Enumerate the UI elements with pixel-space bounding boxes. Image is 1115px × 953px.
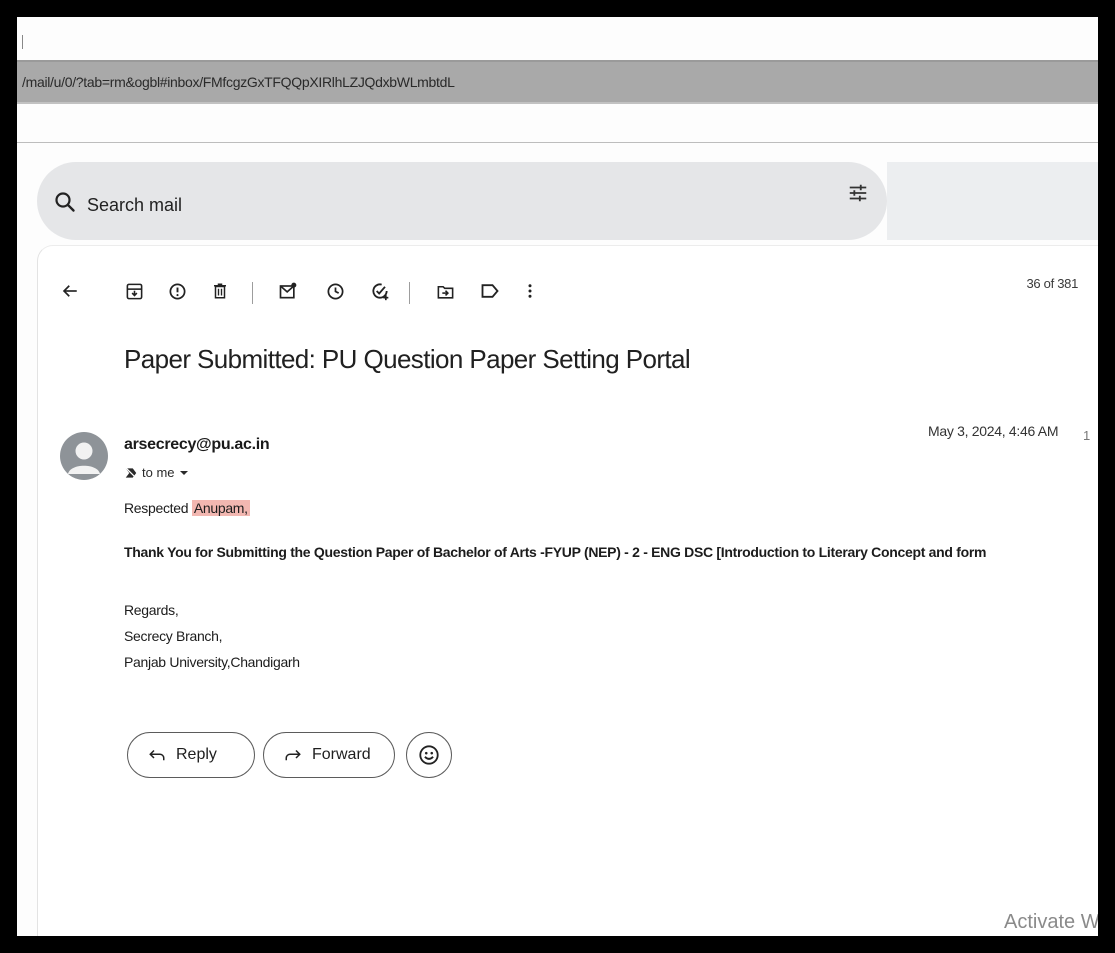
snooze-icon[interactable] (323, 279, 347, 303)
header-right-area (887, 162, 1098, 240)
email-subject: Paper Submitted: PU Question Paper Setti… (124, 344, 691, 374)
label-icon[interactable] (478, 279, 502, 303)
regards-line: Regards, (124, 602, 179, 618)
reply-icon (149, 749, 165, 761)
delete-icon[interactable] (208, 279, 232, 303)
signature-line-1: Secrecy Branch, (124, 628, 223, 644)
header-divider (17, 142, 1098, 143)
move-to-icon[interactable] (433, 279, 457, 303)
email-view: 36 of 381 Paper Submitted: PU Question P… (37, 245, 1098, 936)
email-date: May 3, 2024, 4:46 AM (928, 423, 1059, 439)
signature-line-2: Panjab University,Chandigarh (124, 654, 300, 670)
search-icon[interactable] (53, 190, 77, 214)
recipient-label: to me (142, 465, 175, 480)
more-options-icon[interactable] (518, 279, 542, 303)
greeting-name: Anupam, (191, 500, 250, 516)
forward-label: Forward (312, 746, 371, 763)
avatar (60, 432, 108, 480)
search-input[interactable]: Search mail (87, 195, 182, 216)
email-toolbar: 36 of 381 (38, 246, 1098, 326)
back-arrow-icon[interactable] (58, 279, 82, 303)
person-icon (68, 442, 100, 474)
greeting-prefix: Respected (124, 500, 189, 516)
forward-icon (285, 749, 301, 761)
cursor-mark (22, 35, 23, 49)
add-task-icon[interactable] (368, 279, 392, 303)
greeting-line: Respected Anupam, (124, 500, 250, 516)
date-extra: 1 (1083, 428, 1091, 443)
activation-watermark: Activate W (1004, 911, 1098, 933)
url-text: /mail/u/0/?tab=rm&ogbl#inbox/FMfcgzGxTFQ… (22, 74, 455, 90)
chevron-down-icon[interactable] (179, 468, 189, 478)
recipient-details[interactable]: to me (124, 465, 189, 480)
message-counter: 36 of 381 (1026, 276, 1078, 291)
search-options-icon[interactable] (847, 182, 869, 204)
reply-button[interactable]: Reply (127, 732, 255, 778)
mark-unread-icon[interactable] (276, 279, 300, 303)
smiley-icon (419, 745, 439, 765)
screenshot-frame: /mail/u/0/?tab=rm&ogbl#inbox/FMfcgzGxTFQ… (17, 17, 1098, 936)
report-spam-icon[interactable] (165, 279, 189, 303)
forward-button[interactable]: Forward (263, 732, 395, 778)
archive-icon[interactable] (122, 279, 146, 303)
toolbar-divider (252, 282, 253, 304)
search-bar[interactable]: Search mail (37, 162, 887, 240)
emoji-reaction-button[interactable] (406, 732, 452, 778)
toolbar-divider (409, 282, 410, 304)
sender-email[interactable]: arsecrecy@pu.ac.in (124, 436, 270, 454)
email-body-line: Thank You for Submitting the Question Pa… (124, 544, 987, 560)
address-bar[interactable]: /mail/u/0/?tab=rm&ogbl#inbox/FMfcgzGxTFQ… (17, 60, 1098, 104)
important-marker-icon[interactable] (124, 466, 138, 480)
reply-label: Reply (176, 746, 217, 763)
